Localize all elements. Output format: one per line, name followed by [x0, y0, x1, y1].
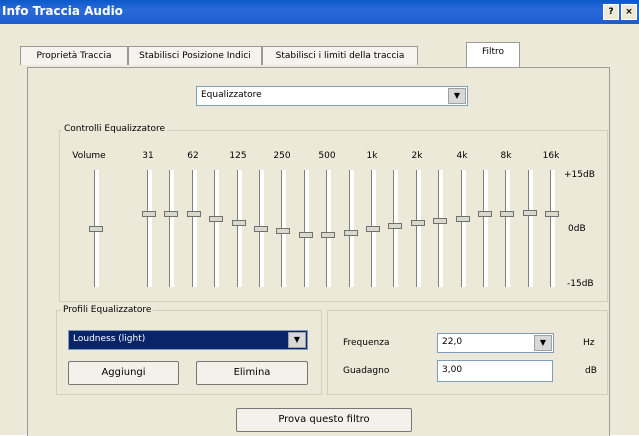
band-frequency-label: 31	[142, 151, 154, 161]
band-frequency-label: 1k	[366, 151, 378, 161]
band-slider-thumb[interactable]	[523, 210, 537, 216]
frequency-value: 22,0	[442, 337, 463, 347]
close-button[interactable]: ×	[621, 4, 637, 20]
band-slider-thumb[interactable]	[276, 228, 290, 234]
band-slider-thumb[interactable]	[299, 232, 313, 238]
chevron-down-icon[interactable]: ▼	[534, 335, 552, 351]
frequency-select[interactable]: 22,0 ▼	[437, 333, 554, 353]
band-frequency-label: 62	[187, 151, 199, 161]
frequency-label: Frequenza	[343, 338, 390, 348]
chevron-down-icon[interactable]: ▼	[448, 88, 466, 104]
gain-label: Guadagno	[343, 366, 390, 376]
tab-filtro[interactable]: Filtro	[466, 42, 520, 67]
band-slider-thumb[interactable]	[388, 223, 402, 229]
band-frequency-label: 16k	[542, 151, 560, 161]
title-bar: Info Traccia Audio ? ×	[0, 0, 639, 24]
band-slider[interactable]	[411, 170, 425, 287]
band-slider[interactable]	[500, 170, 514, 287]
gain-input[interactable]: 3,00	[437, 360, 553, 382]
dialog-window: Info Traccia Audio ? × Proprietà Traccia…	[0, 0, 639, 436]
band-slider-thumb[interactable]	[164, 211, 178, 217]
gain-unit: dB	[585, 366, 597, 376]
band-slider[interactable]	[142, 170, 156, 287]
band-slider[interactable]	[366, 170, 380, 287]
band-slider[interactable]	[164, 170, 178, 287]
help-button[interactable]: ?	[603, 4, 619, 20]
band-frequency-label: 4k	[456, 151, 468, 161]
db-max-label: +15dB	[564, 170, 595, 180]
band-slider-thumb[interactable]	[456, 216, 470, 222]
volume-label: Volume	[72, 151, 106, 161]
profile-value: Loudness (light)	[73, 334, 146, 344]
filter-type-select[interactable]: Equalizzatore ▼	[196, 86, 468, 106]
band-slider-thumb[interactable]	[478, 211, 492, 217]
band-slider-thumb[interactable]	[209, 216, 223, 222]
band-slider[interactable]	[321, 170, 335, 287]
try-filter-button[interactable]: Prova questo filtro	[236, 408, 412, 432]
band-slider[interactable]	[209, 170, 223, 287]
band-slider[interactable]	[254, 170, 268, 287]
tab-limiti-traccia[interactable]: Stabilisci i limiti della traccia	[262, 46, 418, 65]
band-slider-thumb[interactable]	[433, 218, 447, 224]
band-slider[interactable]	[187, 170, 201, 287]
band-frequency-label: 2k	[411, 151, 423, 161]
db-min-label: -15dB	[567, 279, 594, 289]
delete-profile-button[interactable]: Elimina	[196, 361, 308, 385]
band-slider[interactable]	[433, 170, 447, 287]
band-slider-thumb[interactable]	[254, 226, 268, 232]
tab-proprieta-traccia[interactable]: Proprietà Traccia	[20, 46, 128, 65]
tab-posizione-indici[interactable]: Stabilisci Posizione Indici	[128, 46, 262, 65]
band-slider-thumb[interactable]	[187, 211, 201, 217]
equalizer-group-label: Controlli Equalizzatore	[62, 124, 168, 134]
band-slider-thumb[interactable]	[411, 220, 425, 226]
frequency-unit: Hz	[583, 338, 595, 348]
band-slider-thumb[interactable]	[545, 211, 559, 217]
band-frequency-label: 500	[318, 151, 336, 161]
profile-select[interactable]: Loudness (light) ▼	[68, 330, 308, 350]
add-profile-button[interactable]: Aggiungi	[68, 361, 179, 385]
band-slider[interactable]	[388, 170, 402, 287]
band-frequency-label: 8k	[500, 151, 512, 161]
band-slider[interactable]	[299, 170, 313, 287]
gain-value: 3,00	[442, 365, 463, 375]
band-slider-thumb[interactable]	[500, 211, 514, 217]
band-slider[interactable]	[478, 170, 492, 287]
db-mid-label: 0dB	[568, 224, 586, 234]
profiles-group-label: Profili Equalizzatore	[61, 305, 154, 315]
band-slider[interactable]	[276, 170, 290, 287]
chevron-down-icon[interactable]: ▼	[288, 332, 306, 348]
filter-type-value: Equalizzatore	[201, 90, 262, 100]
volume-slider[interactable]	[89, 170, 103, 287]
band-slider[interactable]	[545, 170, 559, 287]
band-slider-thumb[interactable]	[366, 226, 380, 232]
window-title: Info Traccia Audio	[2, 4, 123, 18]
band-slider[interactable]	[344, 170, 358, 287]
band-slider-thumb[interactable]	[321, 232, 335, 238]
band-slider-thumb[interactable]	[232, 220, 246, 226]
volume-slider-thumb[interactable]	[89, 226, 103, 232]
band-slider[interactable]	[456, 170, 470, 287]
band-slider[interactable]	[232, 170, 246, 287]
band-slider[interactable]	[523, 170, 537, 287]
band-frequency-label: 250	[273, 151, 291, 161]
band-frequency-label: 125	[229, 151, 247, 161]
band-slider-thumb[interactable]	[344, 230, 358, 236]
band-slider-thumb[interactable]	[142, 211, 156, 217]
